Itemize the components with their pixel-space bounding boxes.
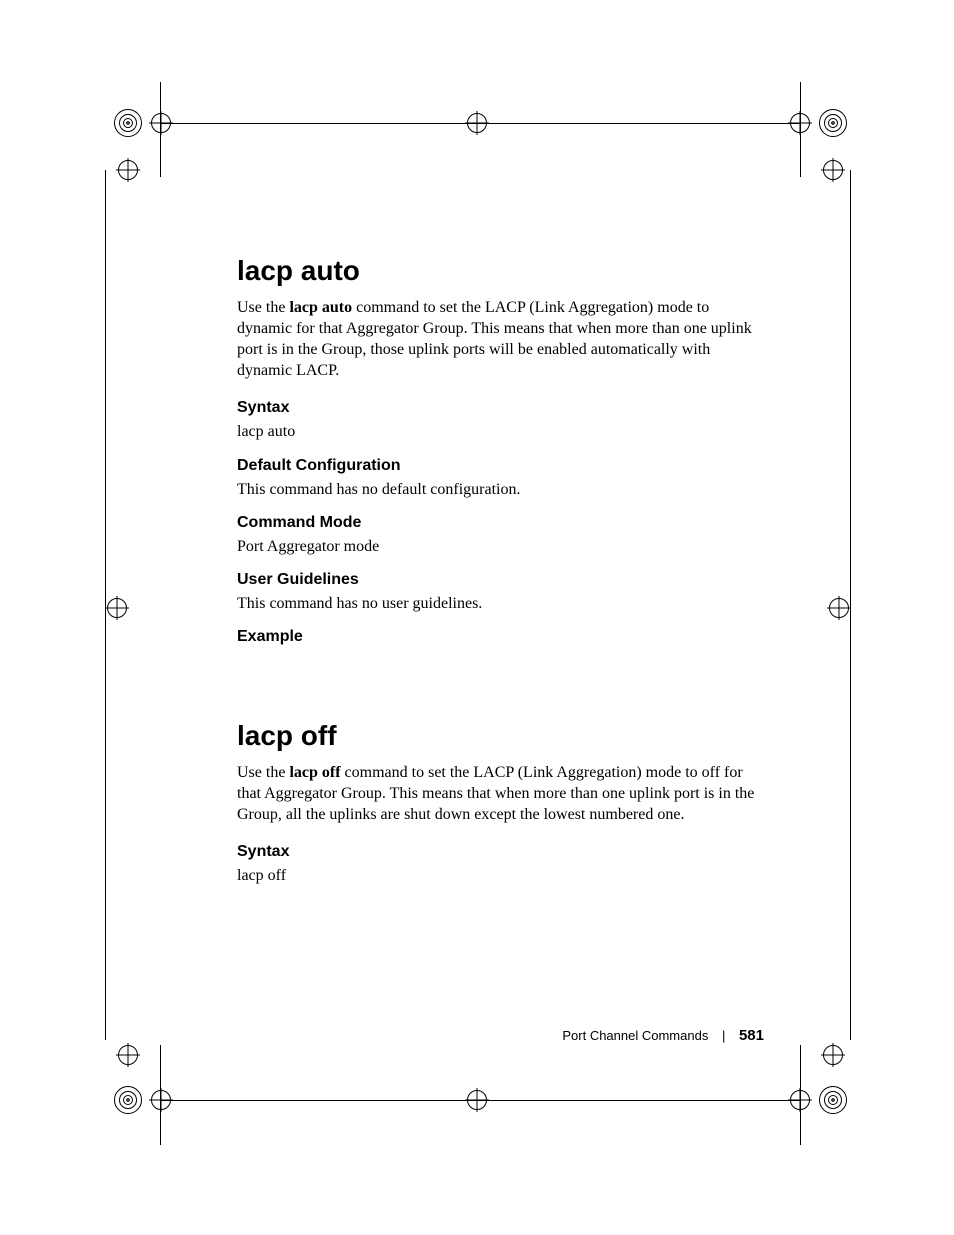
block-text: This command has no user guidelines. (237, 593, 767, 614)
rosette-icon (115, 110, 141, 136)
intro-text: Use the (237, 299, 289, 316)
block-text: lacp auto (237, 421, 767, 442)
registration-mark-icon (105, 596, 129, 620)
footer-divider: | (722, 1028, 725, 1043)
registration-mark-icon (788, 1088, 812, 1112)
footer-page-number: 581 (739, 1027, 764, 1044)
block-heading: Syntax (237, 843, 767, 861)
registration-mark-icon (465, 111, 489, 135)
intro-bold: lacp auto (289, 299, 352, 316)
intro-text: Use the (237, 764, 289, 781)
registration-mark-icon (788, 111, 812, 135)
registration-mark-icon (821, 1043, 845, 1067)
registration-mark-icon (149, 1088, 173, 1112)
block-text: This command has no default configuratio… (237, 479, 767, 500)
section-intro: Use the lacp auto command to set the LAC… (237, 297, 767, 381)
registration-mark-icon (116, 1043, 140, 1067)
registration-mark-icon (827, 596, 851, 620)
registration-mark-icon (149, 111, 173, 135)
rosette-icon (115, 1087, 141, 1113)
block-heading: Example (237, 628, 767, 646)
block-heading: Command Mode (237, 514, 767, 532)
registration-mark-icon (821, 158, 845, 182)
block-text: Port Aggregator mode (237, 536, 767, 557)
registration-mark-icon (465, 1088, 489, 1112)
block-text: lacp off (237, 865, 767, 886)
rosette-icon (820, 1087, 846, 1113)
block-heading: User Guidelines (237, 571, 767, 589)
registration-mark-icon (116, 158, 140, 182)
page-footer: Port Channel Commands | 581 (0, 1027, 954, 1044)
page-content: lacp auto Use the lacp auto command to s… (237, 255, 767, 900)
block-heading: Default Configuration (237, 457, 767, 475)
rosette-icon (820, 110, 846, 136)
block-heading: Syntax (237, 399, 767, 417)
section-title: lacp auto (237, 255, 767, 287)
intro-bold: lacp off (289, 764, 340, 781)
section-title: lacp off (237, 720, 767, 752)
spacer (237, 650, 767, 720)
footer-chapter: Port Channel Commands (562, 1028, 708, 1043)
section-intro: Use the lacp off command to set the LACP… (237, 762, 767, 825)
